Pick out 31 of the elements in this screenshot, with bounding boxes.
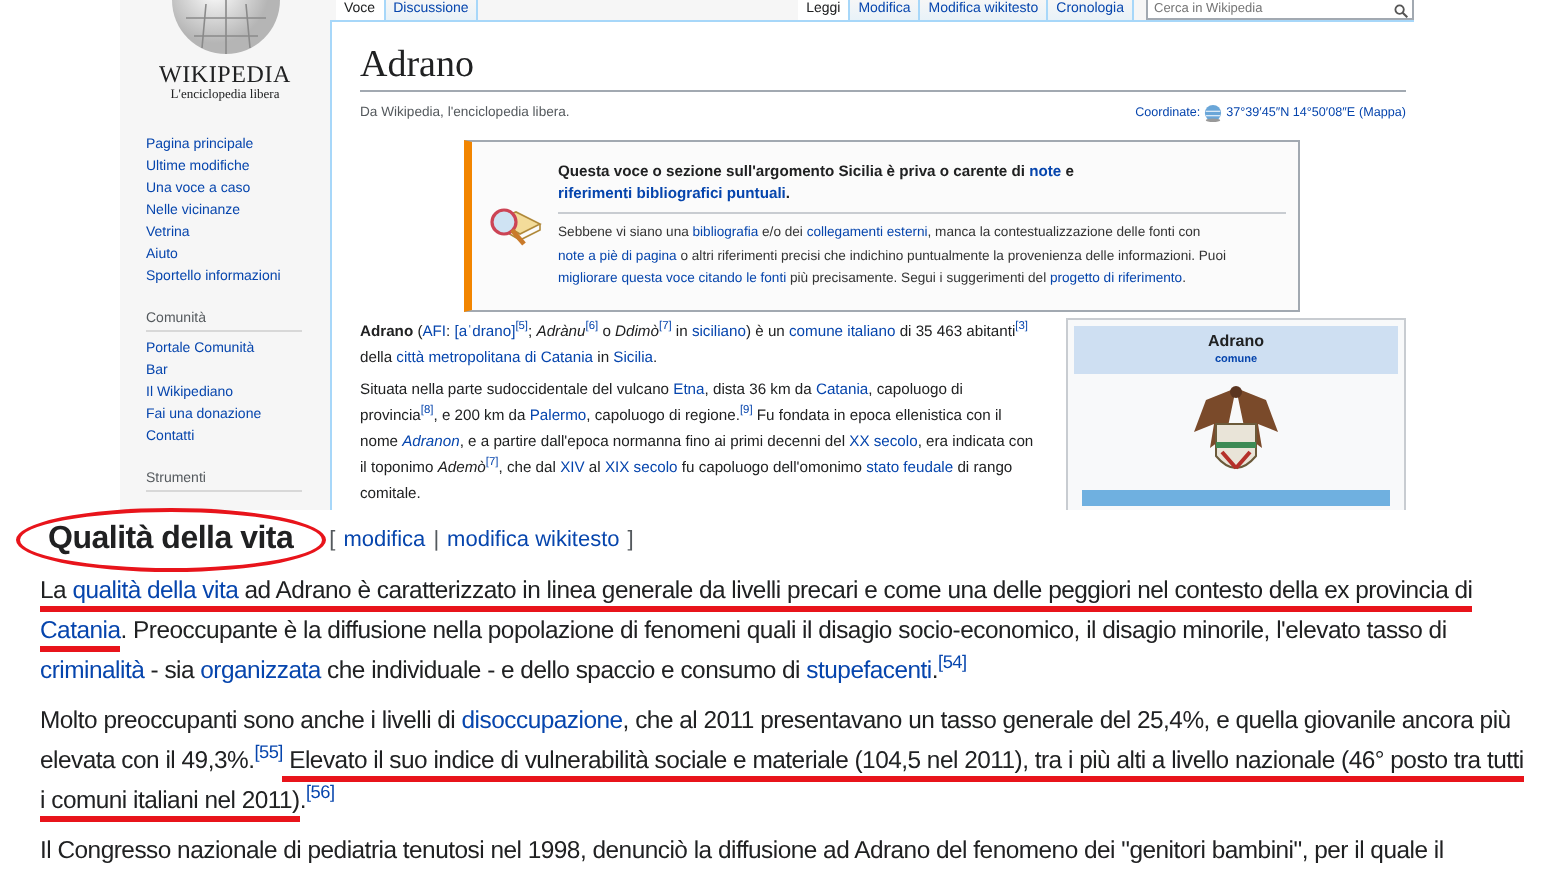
bracket-text: [ [329,526,336,556]
paragraph: Il Congresso nazionale di pediatria tenutosi nel 1998, denunciò la diffusione ad Adrano del fenomeno dei "genitori bambini", per il quale il [40,834,1446,868]
puzzle-globe-logo [169,0,281,56]
logo-wordmark[interactable]: WIKIPEDIA [158,62,292,88]
reference-link[interactable]: [3] [1015,320,1028,333]
separator-text: | [433,526,440,556]
text-link[interactable]: criminalità [40,656,145,684]
section-heading: Qualità della vita [16,508,326,572]
text-link[interactable]: organizzata [200,656,321,684]
reference-link[interactable]: [9] [739,404,753,417]
reference-link[interactable]: [54] [938,651,967,672]
bracket-text: ] [627,526,634,556]
text-link[interactable]: disoccupazione [461,706,623,734]
text-link[interactable]: Catania [40,616,121,652]
edit-link[interactable]: modifica [343,520,426,560]
reference-link[interactable]: [5] [515,320,529,333]
reference-link[interactable]: [6] [585,320,599,333]
reference-link[interactable]: [55] [254,741,283,762]
globe-icon [1204,103,1223,121]
reference-link[interactable]: [7] [658,320,672,333]
page-title: Adrano [360,22,1406,92]
reference-link[interactable]: [7] [485,456,499,469]
paragraph: Molto preoccupanti sono anche i livelli di disoccupazione, che al 2011 presentavano un tasso generale del 25,4%, e quella giovanile ancora più elevata con il 49,3%.$^{[55]}$ Elevato il suo indice di vulnerabilità sociale e materiale (104,5 nel 2011), tra i più alti a livello nazionale (46° posto tra tutti i comuni italiani nel 2011).$^{[56]}$ [40,700,1530,820]
text-link[interactable]: qualità della vita [72,576,239,612]
reference-link[interactable]: [8] [420,404,434,417]
reference-link[interactable]: [56] [306,781,335,802]
text-link[interactable]: stupefacenti [806,656,932,684]
paragraph: La qualità della vita ad Adrano è caratterizzato in linea generale da livelli precari e come una delle peggiori nel contesto della ex provincia di Catania. Preoccupante è la diffusione nella popolazione di fenomeni quali il disagio socio-economico, il disagio minorile, l'elevato tasso di criminalità - sia organizzata che individuale - e dello spaccio e consumo di stupefacenti.$^{[54]}$ [40,574,1475,688]
infobox-title: Adrano [1208,332,1264,352]
edit-link[interactable]: modifica wikitesto [447,520,620,560]
search-icon[interactable] [1394,3,1408,17]
